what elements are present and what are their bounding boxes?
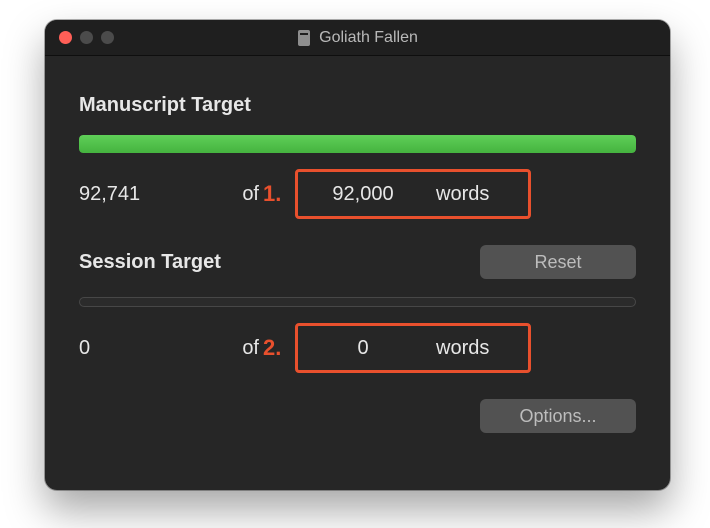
titlebar: Goliath Fallen — [45, 20, 670, 56]
session-current-count: 0 — [79, 337, 219, 360]
options-row: Options... — [79, 399, 636, 433]
manuscript-target-box: words — [295, 169, 531, 219]
session-unit-label: words — [428, 337, 528, 360]
of-label: of — [219, 183, 259, 206]
app-icon — [297, 30, 311, 46]
annotation-2: 2. — [259, 335, 295, 361]
annotation-1: 1. — [259, 181, 295, 207]
manuscript-unit-label: words — [428, 183, 528, 206]
session-target-box: words — [295, 323, 531, 373]
session-target-heading: Session Target — [79, 251, 221, 274]
manuscript-target-input[interactable] — [298, 183, 428, 206]
reset-button[interactable]: Reset — [480, 245, 636, 279]
targets-window: Goliath Fallen Manuscript Target 92,741 … — [45, 20, 670, 490]
zoom-icon[interactable] — [101, 31, 114, 44]
session-header-row: Session Target Reset — [79, 245, 636, 279]
manuscript-progress-bar — [79, 135, 636, 153]
manuscript-progress-fill — [79, 135, 636, 153]
window-title: Goliath Fallen — [319, 29, 418, 47]
minimize-icon[interactable] — [80, 31, 93, 44]
close-icon[interactable] — [59, 31, 72, 44]
window-title-wrap: Goliath Fallen — [45, 29, 670, 47]
session-row: 0 of 2. words — [79, 323, 636, 373]
of-label: of — [219, 337, 259, 360]
session-progress-bar — [79, 297, 636, 307]
manuscript-target-heading: Manuscript Target — [79, 94, 636, 117]
manuscript-current-count: 92,741 — [79, 183, 219, 206]
options-button[interactable]: Options... — [480, 399, 636, 433]
session-target-input[interactable] — [298, 337, 428, 360]
manuscript-row: 92,741 of 1. words — [79, 169, 636, 219]
window-controls — [45, 31, 114, 44]
content-area: Manuscript Target 92,741 of 1. words Ses… — [45, 56, 670, 453]
